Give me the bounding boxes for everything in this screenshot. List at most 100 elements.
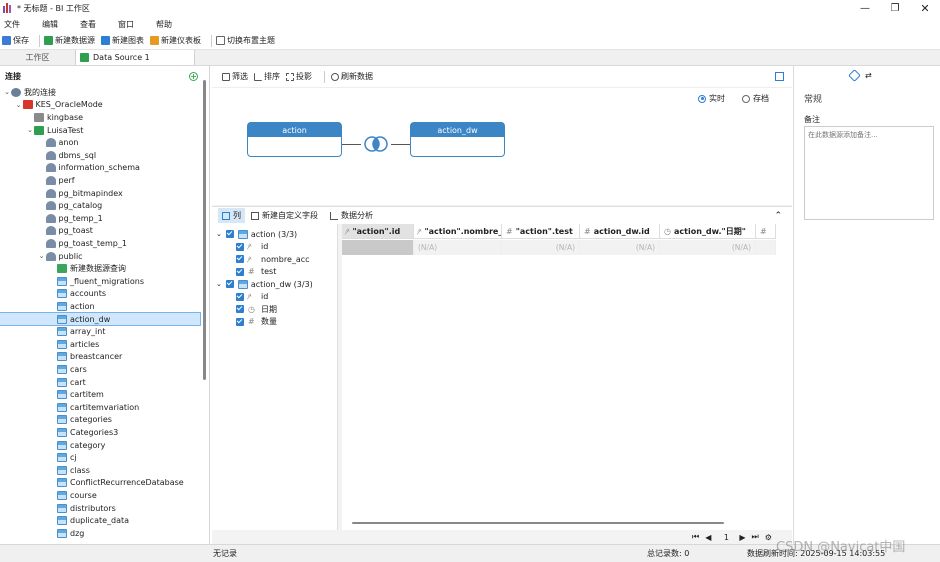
- chevron-down-icon[interactable]: ⌄: [216, 280, 222, 288]
- field-item[interactable]: ◷ 日期: [236, 303, 277, 316]
- chevron-down-icon[interactable]: ⌄: [15, 101, 23, 109]
- new-datasource-button[interactable]: 新建数据源: [44, 35, 95, 46]
- prev-page-button[interactable]: ◀: [705, 533, 711, 542]
- archive-radio[interactable]: 存档: [742, 93, 769, 104]
- minimize-button[interactable]: —: [850, 3, 880, 14]
- tab-columns[interactable]: 列: [218, 208, 245, 223]
- tree-item[interactable]: 新建数据源查询: [0, 262, 200, 275]
- grid-cell[interactable]: (N/A): [660, 240, 756, 255]
- tree-item[interactable]: cartitem: [0, 388, 200, 401]
- maximize-button[interactable]: ❐: [880, 3, 910, 14]
- field-checkbox[interactable]: [236, 317, 244, 326]
- tree-item[interactable]: pg_toast: [0, 225, 200, 238]
- page-number[interactable]: 1: [719, 533, 733, 542]
- menu-file[interactable]: 文件: [4, 19, 20, 30]
- tree-item[interactable]: ⌄ 我的连接: [0, 86, 200, 99]
- grid-hscrollbar[interactable]: [352, 522, 724, 524]
- tree-item[interactable]: array_int: [0, 325, 200, 338]
- close-button[interactable]: ✕: [910, 2, 940, 15]
- tree-item[interactable]: cars: [0, 363, 200, 376]
- menu-edit[interactable]: 编辑: [42, 19, 58, 30]
- field-checkbox[interactable]: [225, 280, 234, 289]
- tree-item[interactable]: ConflictRecurrenceDatabase: [0, 477, 200, 490]
- table-node-action-dw[interactable]: action_dw: [410, 122, 505, 157]
- tree-item[interactable]: action: [0, 300, 200, 313]
- chevron-down-icon[interactable]: ⌄: [3, 88, 11, 96]
- note-textarea[interactable]: [804, 126, 934, 220]
- tree-item[interactable]: articles: [0, 338, 200, 351]
- live-radio[interactable]: 实时: [698, 93, 725, 104]
- grid-cell[interactable]: [342, 240, 414, 255]
- tree-item[interactable]: ⌄ KES_OracleMode: [0, 99, 200, 112]
- tree-item[interactable]: pg_temp_1: [0, 212, 200, 225]
- save-button[interactable]: 保存: [2, 35, 29, 46]
- tree-item[interactable]: distributors: [0, 502, 200, 515]
- grid-column-header[interactable]: ᴬ̷"action".nombre_ac: [414, 224, 502, 239]
- tree-item[interactable]: category: [0, 439, 200, 452]
- tree-item[interactable]: cartitemvariation: [0, 401, 200, 414]
- grid-cell[interactable]: (N/A): [580, 240, 660, 255]
- field-checkbox[interactable]: [236, 267, 244, 276]
- tab-datasource[interactable]: Data Source 1: [75, 50, 195, 65]
- field-group[interactable]: ⌄ action_dw (3/3): [216, 278, 313, 291]
- grid-column-header[interactable]: ᴬ̷ "action".id: [342, 224, 414, 239]
- tree-item[interactable]: information_schema: [0, 162, 200, 175]
- tree-item[interactable]: pg_toast_temp_1: [0, 237, 200, 250]
- tree-item[interactable]: pg_bitmapindex: [0, 187, 200, 200]
- field-checkbox[interactable]: [236, 255, 244, 264]
- field-item[interactable]: ᴬ̷ id: [236, 291, 268, 304]
- new-chart-button[interactable]: 新建图表: [101, 35, 144, 46]
- tree-item[interactable]: duplicate_data: [0, 514, 200, 527]
- tab-new-custom-field[interactable]: 新建自定义字段: [251, 210, 318, 221]
- tree-item[interactable]: dbms_sql: [0, 149, 200, 162]
- field-item[interactable]: # test: [236, 266, 276, 279]
- last-page-button[interactable]: ⏭: [752, 532, 759, 542]
- tree-item[interactable]: course: [0, 489, 200, 502]
- inner-join-icon[interactable]: [361, 135, 391, 153]
- grid-cell[interactable]: (N/A): [502, 240, 580, 255]
- tree-item[interactable]: ⌄ public: [0, 250, 200, 263]
- grid-column-header[interactable]: # "action".test: [502, 224, 580, 239]
- refresh-data-button[interactable]: 刷新数据: [331, 71, 373, 82]
- grid-cell[interactable]: (N/A): [414, 240, 502, 255]
- tree-scrollbar[interactable]: [203, 80, 206, 380]
- pager-settings-icon[interactable]: ⚙: [765, 533, 772, 542]
- field-item[interactable]: ᴬ̷ nombre_acc: [236, 253, 310, 266]
- tab-workspace[interactable]: 工作区: [0, 50, 75, 65]
- tree-item[interactable]: perf: [0, 174, 200, 187]
- field-checkbox[interactable]: [236, 242, 244, 251]
- tree-item[interactable]: cj: [0, 451, 200, 464]
- menu-help[interactable]: 帮助: [156, 19, 172, 30]
- grid-cell[interactable]: [756, 240, 776, 255]
- tree-item[interactable]: kingbase: [0, 111, 200, 124]
- menu-view[interactable]: 查看: [80, 19, 96, 30]
- first-page-button[interactable]: ⏮: [692, 532, 699, 542]
- tree-item[interactable]: class: [0, 464, 200, 477]
- switch-theme-button[interactable]: 切换布置主题: [216, 35, 275, 46]
- tree-item[interactable]: categories: [0, 414, 200, 427]
- table-node-action[interactable]: action: [247, 122, 342, 157]
- field-group[interactable]: ⌄ action (3/3): [216, 228, 297, 241]
- field-checkbox[interactable]: [236, 292, 244, 301]
- field-checkbox[interactable]: [236, 305, 244, 314]
- tab-data-analysis[interactable]: 数据分析: [330, 210, 373, 221]
- tree-item[interactable]: accounts: [0, 288, 200, 301]
- field-item[interactable]: # 数量: [236, 316, 277, 329]
- add-connection-icon[interactable]: +: [189, 71, 198, 81]
- chevron-down-icon[interactable]: ⌄: [216, 230, 222, 238]
- tree-item[interactable]: dzg: [0, 527, 200, 540]
- general-settings-icon[interactable]: [848, 69, 861, 82]
- grid-column-header[interactable]: # action_dw.id: [580, 224, 660, 239]
- chevron-down-icon[interactable]: ⌄: [26, 126, 34, 134]
- projection-button[interactable]: 投影: [286, 71, 312, 82]
- tree-item[interactable]: anon: [0, 136, 200, 149]
- new-dashboard-button[interactable]: 新建仪表板: [150, 35, 201, 46]
- expand-icon[interactable]: [775, 72, 784, 81]
- tree-item[interactable]: pg_catalog: [0, 199, 200, 212]
- tree-item[interactable]: breastcancer: [0, 351, 200, 364]
- tree-item[interactable]: cart: [0, 376, 200, 389]
- tree-item[interactable]: ⌄ LuisaTest: [0, 124, 200, 137]
- tree-item[interactable]: Categories3: [0, 426, 200, 439]
- tree-item[interactable]: action_dw: [0, 311, 201, 327]
- swap-icon[interactable]: ⇄: [865, 71, 872, 80]
